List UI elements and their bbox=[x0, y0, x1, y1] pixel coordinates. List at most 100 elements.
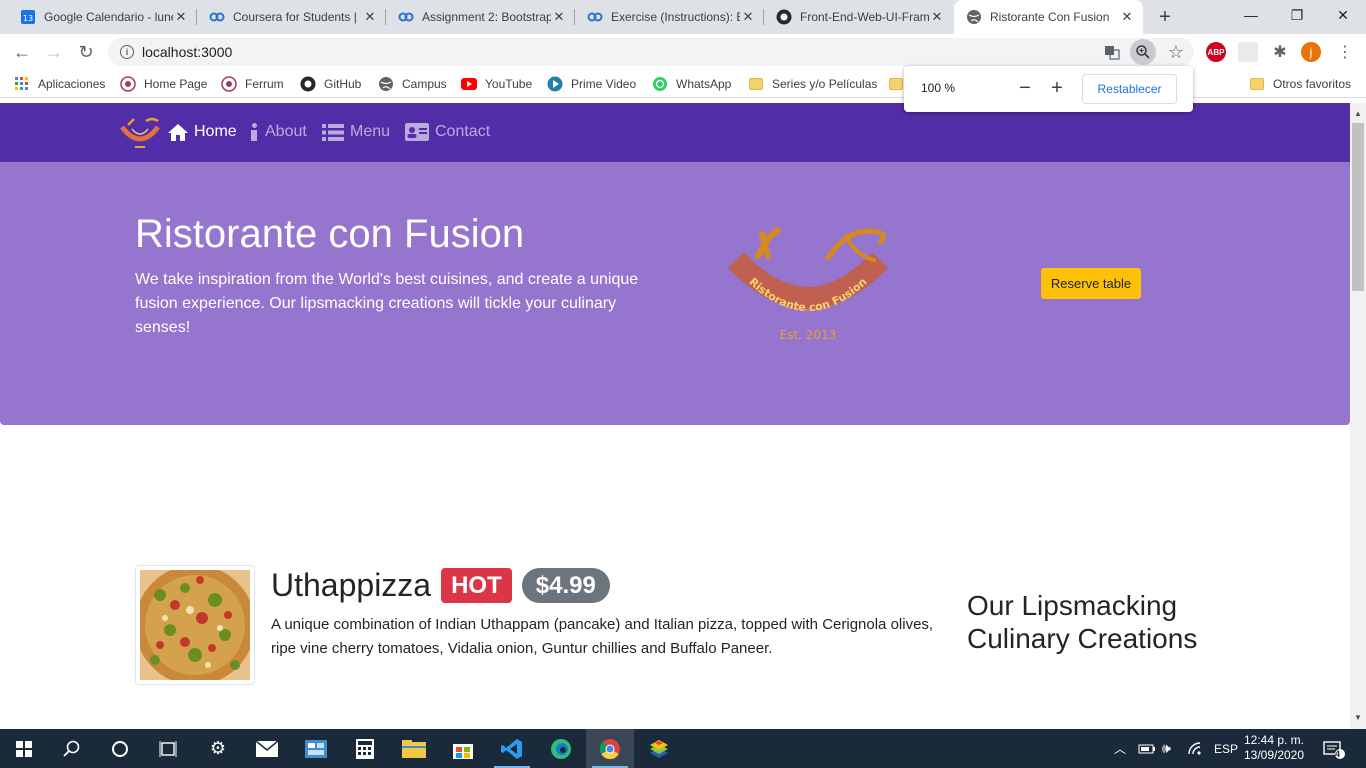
windows-start-icon[interactable] bbox=[0, 729, 48, 768]
task-view-icon[interactable] bbox=[144, 729, 192, 768]
tab-exercise-instructions[interactable]: Exercise (Instructions): B ✕ bbox=[575, 0, 764, 34]
nav-contact[interactable]: Contact bbox=[405, 123, 490, 141]
jumbotron-description: We take inspiration from the World's bes… bbox=[135, 271, 639, 336]
bookmark-prime-video[interactable]: Prime Video bbox=[547, 74, 636, 94]
bookmark-whatsapp[interactable]: WhatsApp bbox=[652, 74, 731, 94]
bookmark-star-icon[interactable]: ☆ bbox=[1163, 39, 1189, 65]
bookmark-home-page[interactable]: Home Page bbox=[120, 74, 207, 94]
whatsapp-icon bbox=[652, 76, 668, 92]
url-text: localhost:3000 bbox=[142, 44, 233, 60]
globe-icon bbox=[966, 9, 982, 25]
hot-badge: HOT bbox=[441, 568, 512, 603]
scrollbar-thumb[interactable] bbox=[1352, 123, 1364, 291]
bookmark-campus[interactable]: Campus bbox=[378, 74, 447, 94]
tab-coursera-students[interactable]: Coursera for Students | ✕ bbox=[197, 0, 386, 34]
bluestacks-icon[interactable] bbox=[635, 729, 683, 768]
jumbotron-title: Ristorante con Fusion bbox=[135, 212, 525, 256]
mail-icon[interactable] bbox=[243, 729, 291, 768]
address-bar[interactable]: i localhost:3000 bbox=[108, 38, 1194, 66]
tab-google-calendar[interactable]: 13 Google Calendario - lunes ✕ bbox=[8, 0, 197, 34]
bookmark-label: GitHub bbox=[324, 77, 362, 91]
notifications-icon[interactable]: 4 bbox=[1322, 729, 1346, 768]
bookmark-ferrum[interactable]: Ferrum bbox=[221, 74, 284, 94]
brand-logo[interactable] bbox=[118, 117, 162, 151]
bookmark-github[interactable]: GitHub bbox=[300, 74, 361, 94]
volume-icon[interactable]: 🕪 bbox=[1162, 729, 1171, 768]
settings-gear-icon[interactable]: ⚙ bbox=[194, 729, 242, 768]
profile-avatar[interactable]: j bbox=[1301, 42, 1321, 62]
page-scrollbar[interactable]: ▲ ▼ bbox=[1350, 103, 1366, 729]
tab-title: Google Calendario - lunes bbox=[44, 10, 173, 24]
back-button[interactable]: ← bbox=[8, 38, 36, 66]
coursera-icon bbox=[209, 9, 225, 25]
cortana-icon[interactable] bbox=[96, 729, 144, 768]
windows-taskbar: ⚙ ︿ 🕪 ESP 12:44 p. m. 13/09/2020 4 bbox=[0, 729, 1366, 768]
forward-button[interactable]: → bbox=[40, 38, 68, 66]
calculator-icon[interactable] bbox=[341, 729, 389, 768]
reload-button[interactable]: ↻ bbox=[72, 38, 100, 66]
edge-icon[interactable] bbox=[537, 729, 585, 768]
scroll-down-arrow-icon[interactable]: ▼ bbox=[1354, 713, 1362, 722]
extensions-puzzle-icon[interactable]: ✱ bbox=[1270, 42, 1290, 62]
page-viewport: Home About Menu Contact Ristorante con F… bbox=[0, 103, 1350, 729]
restore-button[interactable]: ❐ bbox=[1274, 0, 1320, 30]
adblock-icon[interactable]: ABP bbox=[1206, 42, 1226, 62]
close-tab-icon[interactable]: ✕ bbox=[362, 9, 378, 25]
tab-ristorante-active[interactable]: Ristorante Con Fusion ✕ bbox=[954, 0, 1143, 34]
battery-icon[interactable] bbox=[1138, 729, 1156, 768]
menu-kebab-icon[interactable]: ⋮ bbox=[1332, 39, 1358, 65]
nav-label: About bbox=[265, 123, 307, 140]
new-tab-button[interactable]: + bbox=[1153, 5, 1177, 29]
browser-toolbar: ← → ↻ i localhost:3000 ☆ ABP ✱ j ⋮ bbox=[0, 34, 1366, 70]
vscode-icon[interactable] bbox=[488, 729, 536, 768]
file-explorer-icon[interactable] bbox=[390, 729, 438, 768]
close-tab-icon[interactable]: ✕ bbox=[929, 9, 945, 25]
tab-assignment-2[interactable]: Assignment 2: Bootstrap ✕ bbox=[386, 0, 575, 34]
zoom-icon[interactable] bbox=[1130, 39, 1156, 65]
close-tab-icon[interactable]: ✕ bbox=[551, 9, 567, 25]
dish-thumbnail bbox=[135, 565, 255, 685]
nav-label: Home bbox=[194, 123, 237, 140]
pizza-image bbox=[135, 565, 255, 685]
nav-about[interactable]: About bbox=[250, 123, 307, 141]
bookmark-label: Campus bbox=[402, 77, 447, 91]
search-icon[interactable] bbox=[48, 729, 96, 768]
restaurant-logo: Ristorante con Fusion Est. 2013 bbox=[728, 226, 898, 346]
bookmark-label: YouTube bbox=[485, 77, 533, 91]
close-tab-icon[interactable]: ✕ bbox=[740, 9, 756, 25]
bookmark-series-peliculas[interactable]: Series y/o Películas bbox=[748, 74, 877, 94]
bookmark-otros-favoritos[interactable]: Otros favoritos bbox=[1249, 74, 1351, 94]
close-tab-icon[interactable]: ✕ bbox=[1119, 9, 1135, 25]
reserve-table-button[interactable]: Reserve table bbox=[1041, 268, 1141, 299]
language-indicator[interactable]: ESP bbox=[1214, 729, 1238, 768]
translate-icon[interactable] bbox=[1099, 39, 1125, 65]
wifi-icon[interactable] bbox=[1188, 729, 1204, 768]
github-icon bbox=[300, 76, 316, 92]
nav-menu[interactable]: Menu bbox=[322, 123, 390, 141]
tab-title: Front-End-Web-UI-Frame bbox=[800, 10, 929, 24]
tab-github-repo[interactable]: Front-End-Web-UI-Frame ✕ bbox=[764, 0, 953, 34]
bookmark-label: Series y/o Películas bbox=[772, 77, 878, 91]
zoom-reset-button[interactable]: Restablecer bbox=[1082, 74, 1177, 104]
microsoft-store-icon[interactable] bbox=[439, 729, 487, 768]
scroll-up-arrow-icon[interactable]: ▲ bbox=[1354, 109, 1362, 118]
close-window-button[interactable]: ✕ bbox=[1320, 0, 1366, 30]
bookmark-aplicaciones[interactable]: Aplicaciones bbox=[14, 74, 105, 94]
logo-est: Est. 2013 bbox=[780, 328, 837, 342]
bookmark-youtube[interactable]: YouTube bbox=[461, 74, 532, 94]
close-tab-icon[interactable]: ✕ bbox=[173, 9, 189, 25]
chrome-icon[interactable] bbox=[586, 729, 634, 768]
tray-chevron-icon[interactable]: ︿ bbox=[1114, 729, 1126, 768]
browser-tab-strip: 13 Google Calendario - lunes ✕ Coursera … bbox=[0, 0, 1366, 34]
nav-home[interactable]: Home bbox=[168, 123, 237, 141]
zoom-out-button[interactable]: − bbox=[1014, 77, 1036, 99]
home-icon bbox=[168, 123, 188, 141]
dish-description: A unique combination of Indian Uthappam … bbox=[271, 616, 934, 657]
clock[interactable]: 12:44 p. m. 13/09/2020 bbox=[1240, 733, 1308, 763]
zoom-in-button[interactable]: + bbox=[1046, 77, 1068, 99]
extension-icon[interactable] bbox=[1238, 42, 1258, 62]
site-info-icon[interactable]: i bbox=[120, 45, 134, 59]
minimize-button[interactable]: — bbox=[1228, 0, 1274, 30]
bookmark-label: Ferrum bbox=[245, 77, 284, 91]
control-panel-icon[interactable] bbox=[292, 729, 340, 768]
